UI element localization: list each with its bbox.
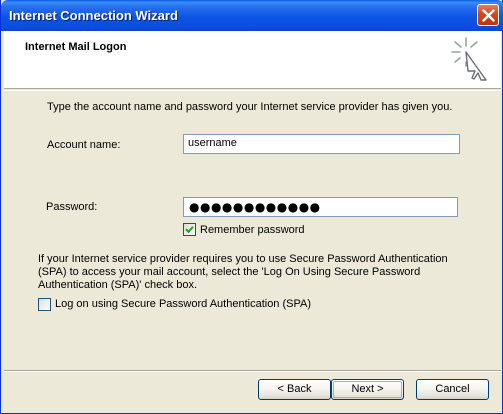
spa-checkbox[interactable] [38,298,51,311]
password-label: Password: [46,201,98,213]
page-title: Internet Mail Logon [25,41,127,53]
remember-password-checkbox[interactable] [183,223,196,236]
spa-label[interactable]: Log on using Secure Password Authenticat… [55,298,311,310]
password-field[interactable]: ●●●●●●●●●●●● [183,197,458,217]
cancel-button[interactable]: Cancel [416,379,489,400]
password-mask: ●●●●●●●●●●●● [189,200,321,214]
close-button[interactable] [477,4,499,26]
spa-description: If your Internet service provider requir… [38,253,448,291]
default-button-focus-ring [333,381,402,398]
close-icon [482,9,495,22]
back-button[interactable]: < Back [258,379,331,400]
wizard-window: Internet Connection Wizard Internet Mail… [0,0,503,414]
window-title: Internet Connection Wizard [9,8,178,23]
wizard-header: Internet Mail Logon [4,31,501,89]
intro-text: Type the account name and password your … [47,101,453,113]
account-name-field[interactable]: username [183,134,460,154]
wizard-wand-icon [451,37,487,81]
title-bar[interactable]: Internet Connection Wizard [1,0,503,31]
next-button[interactable]: Next > [331,379,404,400]
checkmark-icon [185,226,194,234]
footer-divider-highlight [4,371,501,372]
account-name-label: Account name: [47,139,121,151]
remember-password-label[interactable]: Remember password [200,224,305,236]
header-divider [4,90,501,91]
